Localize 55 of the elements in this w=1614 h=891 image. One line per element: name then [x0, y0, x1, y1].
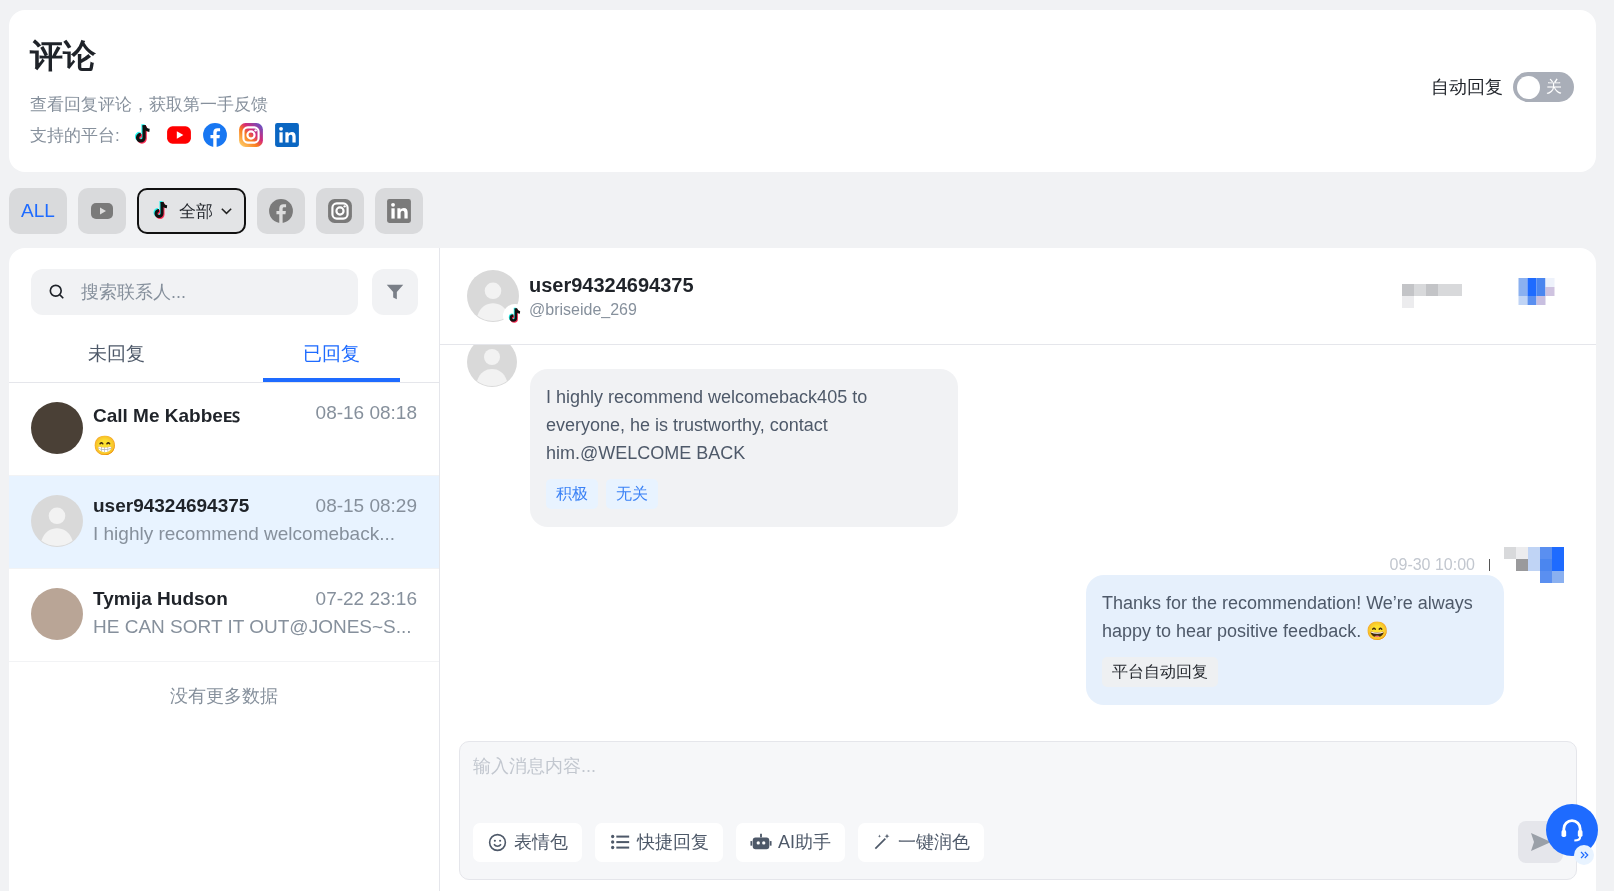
expand-badge[interactable]: [1574, 845, 1594, 865]
avatar-icon: [31, 495, 83, 547]
page-title: 评论: [30, 36, 97, 76]
facebook-icon: [267, 198, 294, 224]
message-tag: 积极: [546, 479, 598, 509]
page-subtitle: 查看回复评论，获取第一手反馈: [30, 94, 269, 116]
platform-filter-button[interactable]: [374, 188, 423, 234]
avatar-icon: [467, 345, 517, 387]
composer-tool-button[interactable]: 表情包: [473, 822, 582, 862]
composer-tool-button[interactable]: 快捷回复: [595, 822, 723, 862]
message-text: I highly recommend welcomeback405 to everyone, he is trustworthy, contact him.@WELCOME BACK: [546, 386, 869, 465]
search-icon: [47, 282, 67, 302]
linkedin-icon: [385, 198, 412, 224]
message-preview: I highly recommend welcomeback...: [93, 523, 396, 545]
platform-filter-button[interactable]: [256, 188, 305, 234]
avatar-icon: [467, 270, 519, 322]
facebook-icon: [201, 122, 228, 148]
platform-filter-button[interactable]: [315, 188, 364, 234]
chat-contact-handle: @briseide_269: [529, 300, 638, 319]
chat-contact-name: user94324694375: [529, 273, 695, 297]
platforms-label: 支持的平台:: [30, 124, 120, 147]
reply-status-tab[interactable]: 已回复: [263, 337, 400, 382]
composer-tool-button[interactable]: AI助手: [736, 822, 845, 862]
message-preview: HE CAN SORT IT OUT@JONES~S...: [93, 616, 413, 638]
message-text: Thanks for the recommendation! We’re always happy to hear positive feedback. 😄: [1102, 592, 1474, 643]
instagram-icon: [326, 198, 353, 224]
message-tag: 无关: [606, 479, 658, 509]
avatar-photo-placeholder: [31, 402, 83, 454]
avatar-photo-placeholder: [31, 588, 83, 640]
double-chevron-icon: [1578, 849, 1590, 861]
contact-time: 08-15 08:29: [315, 495, 417, 517]
reply-status-tab[interactable]: 未回复: [48, 337, 185, 382]
contact-name: user94324694375: [93, 495, 250, 517]
no-more-data-text: 没有更多数据: [170, 685, 278, 708]
message-tag: 平台自动回复: [1102, 657, 1218, 687]
auto-reply-label: 自动回复: [1431, 76, 1503, 99]
platform-filter-button[interactable]: [77, 188, 126, 234]
pixelated-block: [1504, 547, 1564, 583]
message-preview: 😁: [93, 434, 118, 457]
message-time: 09-30 10:00: [1389, 556, 1475, 574]
contact-list-item[interactable]: user94324694375 08-15 08:29 I highly recommend welcomeback...: [9, 476, 439, 569]
platform-filter-button[interactable]: 全部: [136, 188, 246, 234]
contact-name: Call Me Kabbeᴇꜱ: [93, 404, 241, 428]
contact-time: 07-22 23:16: [315, 588, 417, 610]
contact-time: 08-16 08:18: [315, 402, 417, 425]
search-field[interactable]: 搜索联系人...: [31, 269, 358, 315]
magic-wand-icon: [872, 832, 892, 852]
pixelated-block: [1402, 284, 1462, 308]
composer-tool-button[interactable]: 一键润色: [858, 822, 984, 862]
instagram-icon: [237, 122, 264, 148]
contact-name: Tymija Hudson: [93, 588, 228, 610]
linkedin-icon: [273, 122, 300, 148]
smiley-icon: [487, 831, 508, 853]
filter-button[interactable]: [372, 269, 418, 315]
contact-list-item[interactable]: Tymija Hudson 07-22 23:16 HE CAN SORT IT OUT@JONES~S...: [9, 569, 439, 662]
